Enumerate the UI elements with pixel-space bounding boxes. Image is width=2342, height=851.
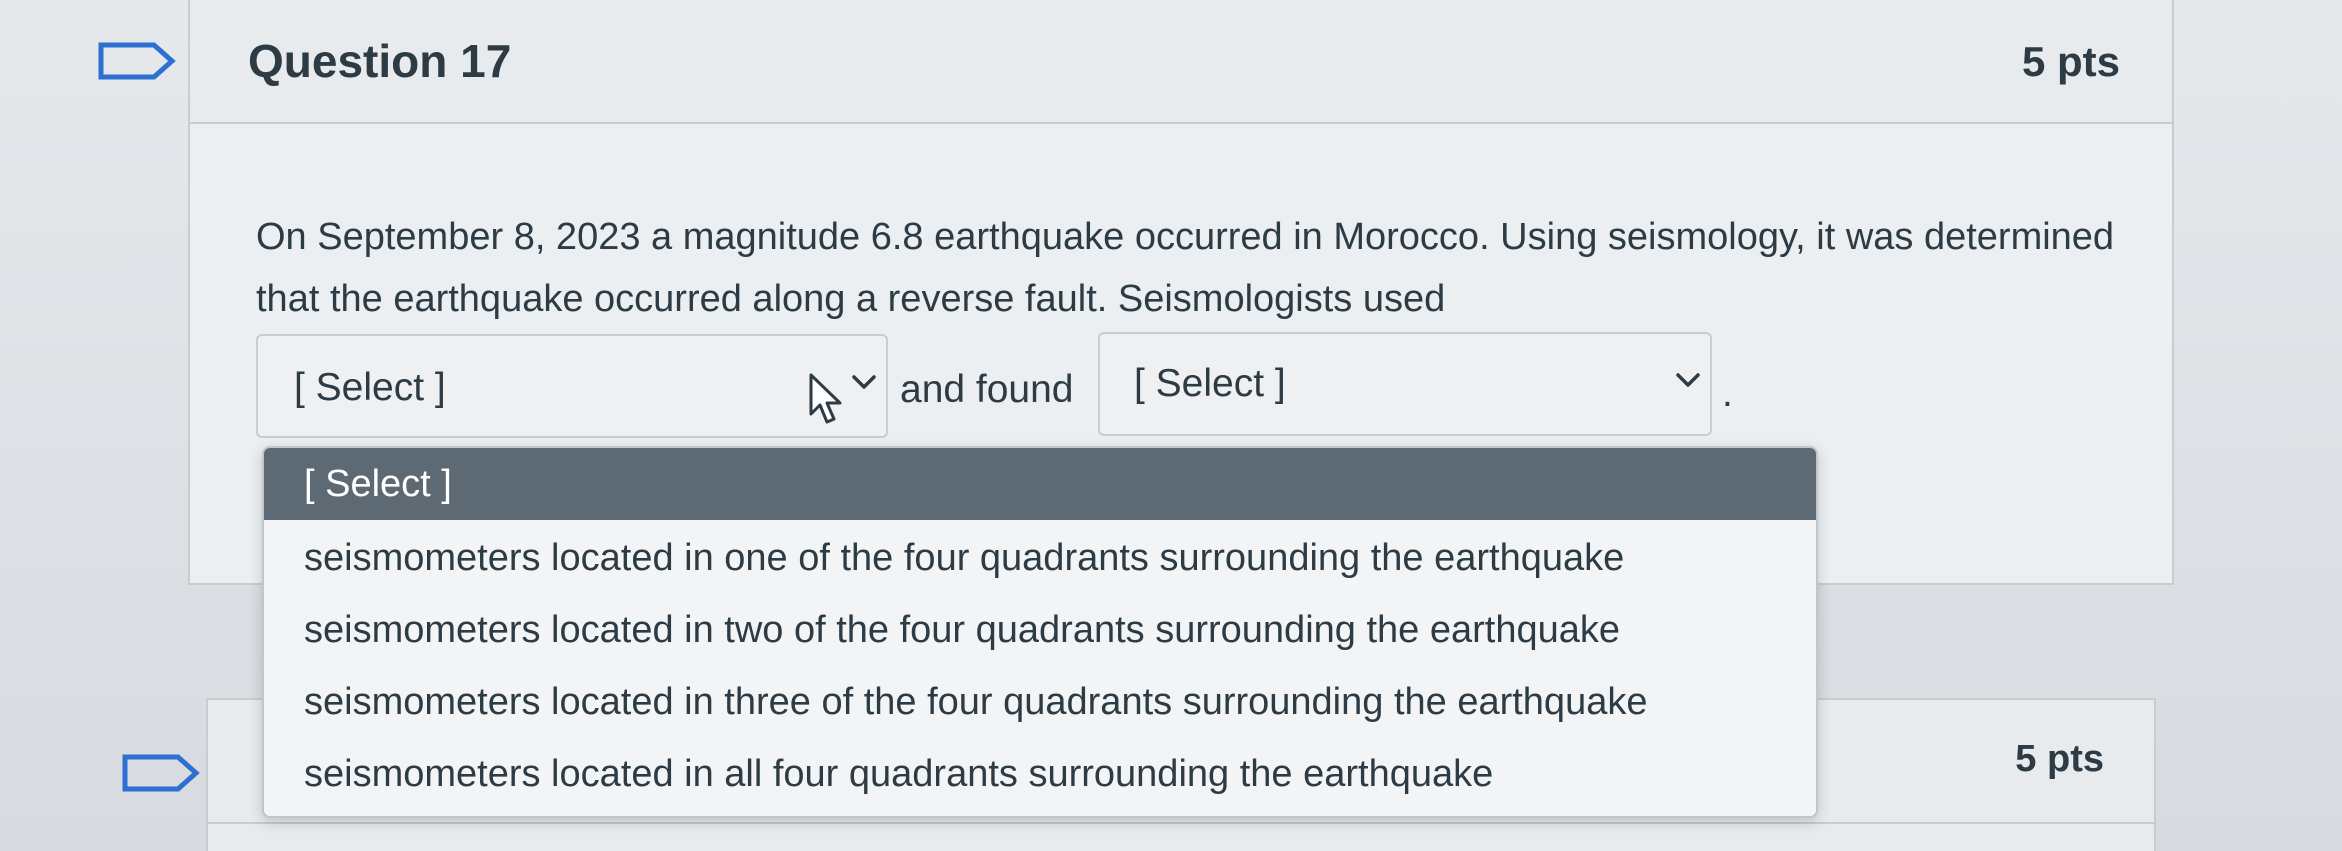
chevron-down-icon — [850, 372, 878, 392]
mouse-pointer-icon — [808, 372, 848, 428]
answer-select-1[interactable]: [ Select ] — [256, 334, 888, 438]
next-question-points: 5 pts — [2015, 738, 2104, 780]
select-value: [ Select ] — [294, 366, 446, 409]
question-points: 5 pts — [2021, 38, 2120, 85]
dropdown-option-all-quadrants[interactable]: seismometers located in all four quadran… — [264, 738, 1816, 810]
chevron-down-icon — [1674, 370, 1702, 390]
dropdown-option-three-quadrants[interactable]: seismometers located in three of the fou… — [264, 666, 1816, 738]
bookmark-flag-icon[interactable] — [98, 42, 176, 80]
sentence-period: . — [1722, 372, 1733, 415]
question-text: On September 8, 2023 a magnitude 6.8 ear… — [256, 216, 2115, 320]
dropdown-option-placeholder[interactable]: [ Select ] — [264, 448, 1816, 520]
divider — [208, 822, 2154, 824]
question-header: Question 17 5 pts — [190, 0, 2172, 124]
select-value: [ Select ] — [1134, 362, 1286, 405]
dropdown-option-two-quadrants[interactable]: seismometers located in two of the four … — [264, 594, 1816, 666]
connector-text: and found — [900, 368, 1074, 411]
answer-select-2[interactable]: [ Select ] — [1098, 332, 1712, 436]
select-dropdown-list[interactable]: [ Select ] seismometers located in one o… — [262, 446, 1818, 818]
quiz-page: Question 17 5 pts On September 8, 2023 a… — [0, 0, 2342, 851]
dropdown-option-one-quadrant[interactable]: seismometers located in one of the four … — [264, 522, 1816, 594]
bookmark-flag-icon[interactable] — [122, 754, 200, 792]
question-title: Question 17 — [248, 35, 512, 87]
